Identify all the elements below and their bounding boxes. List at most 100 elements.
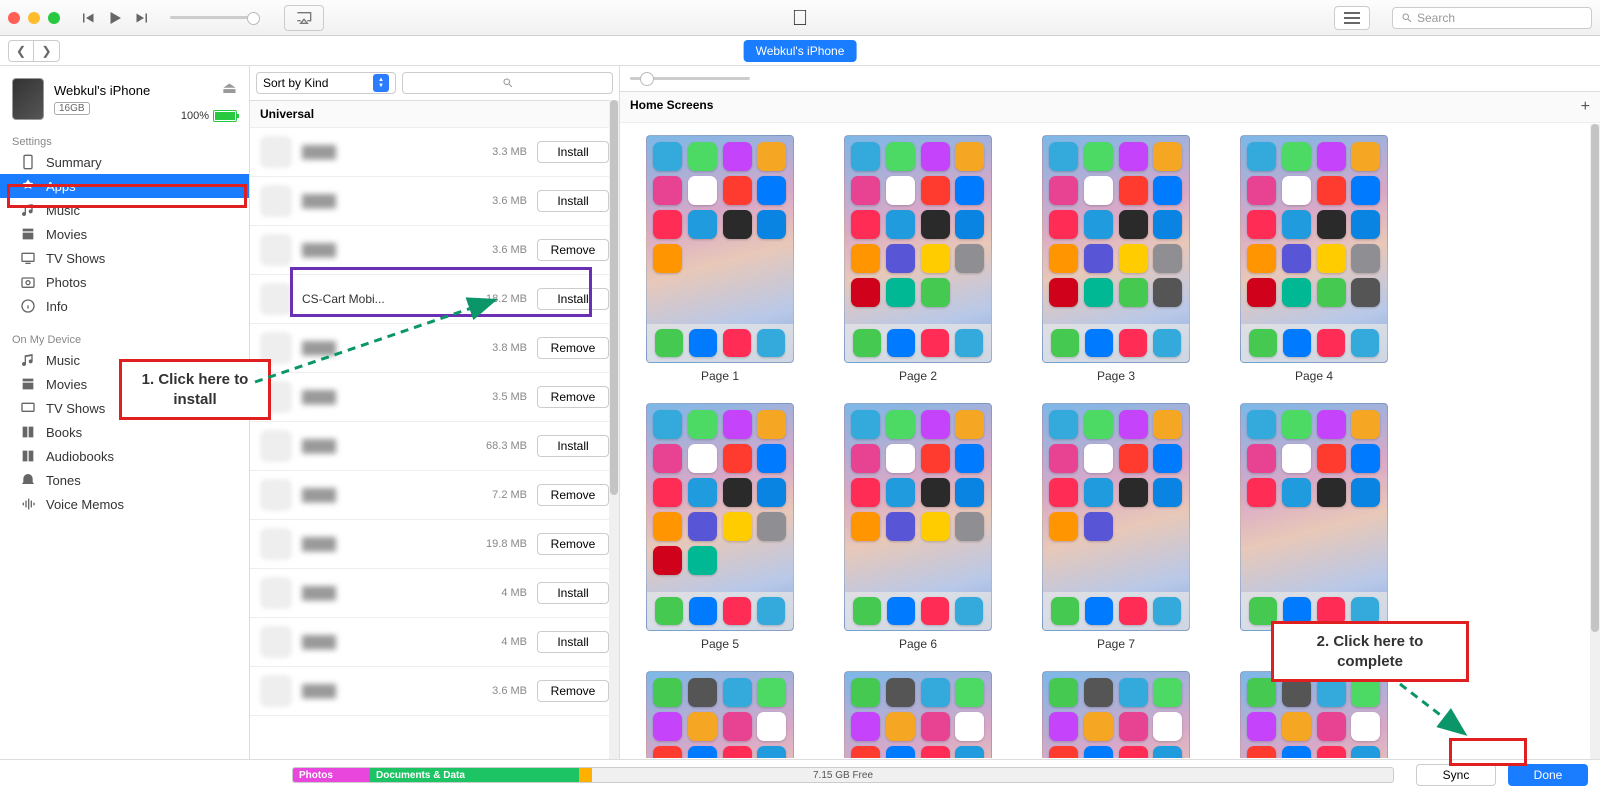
remove-button[interactable]: Remove bbox=[537, 533, 609, 555]
page-label: Page 5 bbox=[646, 637, 794, 651]
app-row[interactable]: ████3.5 MBRemove bbox=[250, 373, 619, 422]
previous-button[interactable] bbox=[76, 5, 102, 31]
sidebar-item-movies[interactable]: Movies bbox=[0, 222, 249, 246]
sidebar-item-summary[interactable]: Summary bbox=[0, 150, 249, 174]
install-button[interactable]: Install bbox=[537, 631, 609, 653]
app-name-label: ████ bbox=[302, 439, 471, 453]
close-window-button[interactable] bbox=[8, 12, 20, 24]
home-scrollbar[interactable] bbox=[1590, 124, 1600, 759]
app-size-label: 3.6 MB bbox=[481, 244, 527, 256]
app-name-label: ████ bbox=[302, 194, 471, 208]
home-page[interactable]: Page 1 bbox=[646, 135, 794, 383]
airplay-button[interactable] bbox=[284, 5, 324, 31]
home-page[interactable] bbox=[844, 671, 992, 758]
app-row[interactable]: CS-Cart Mobi...18.2 MBInstall bbox=[250, 275, 619, 324]
remove-button[interactable]: Remove bbox=[537, 680, 609, 702]
app-size-label: 3.3 MB bbox=[481, 146, 527, 158]
apps-scrollbar[interactable] bbox=[609, 100, 619, 759]
remove-button[interactable]: Remove bbox=[537, 484, 609, 506]
home-page[interactable] bbox=[1240, 671, 1388, 758]
home-page[interactable]: Page 4 bbox=[1240, 135, 1388, 383]
device-header: Webkul's iPhone 16GB ⏏ 100% bbox=[0, 66, 249, 132]
install-button[interactable]: Install bbox=[537, 435, 609, 457]
app-icon bbox=[260, 626, 292, 658]
app-size-label: 3.8 MB bbox=[481, 342, 527, 354]
app-name-label: ████ bbox=[302, 537, 471, 551]
page-label: Page 7 bbox=[1042, 637, 1190, 651]
storage-docs-label: Documents & Data bbox=[376, 770, 465, 781]
done-button[interactable]: Done bbox=[1508, 764, 1588, 786]
sidebar-item-tvshows[interactable]: TV Shows bbox=[0, 246, 249, 270]
search-input[interactable]: Search bbox=[1392, 7, 1592, 29]
app-icon bbox=[260, 528, 292, 560]
device-name-pill[interactable]: Webkul's iPhone bbox=[744, 40, 857, 62]
app-icon bbox=[260, 675, 292, 707]
fullscreen-window-button[interactable] bbox=[48, 12, 60, 24]
sidebar-item-device-music[interactable]: Music bbox=[0, 348, 249, 372]
app-row[interactable]: ████ 68.3 MB Install bbox=[250, 422, 619, 471]
home-page[interactable]: Page 8 bbox=[1240, 403, 1388, 651]
bottom-bar: Photos Documents & Data 7.15 GB Free Syn… bbox=[0, 759, 1600, 789]
sidebar: Webkul's iPhone 16GB ⏏ 100% Settings Sum… bbox=[0, 66, 250, 759]
play-button[interactable] bbox=[102, 5, 128, 31]
sidebar-item-device-tones[interactable]: Tones bbox=[0, 468, 249, 492]
sort-dropdown[interactable]: Sort by Kind ▲▼ bbox=[256, 72, 396, 94]
volume-slider[interactable] bbox=[170, 16, 260, 19]
home-page[interactable] bbox=[646, 671, 794, 758]
back-button[interactable]: ❮ bbox=[8, 40, 34, 62]
app-size-label: 68.3 MB bbox=[481, 440, 527, 452]
install-button[interactable]: Install bbox=[537, 190, 609, 212]
sidebar-item-music[interactable]: Music bbox=[0, 198, 249, 222]
home-page[interactable]: Page 3 bbox=[1042, 135, 1190, 383]
home-page[interactable]: Page 5 bbox=[646, 403, 794, 651]
app-name-label: ████ bbox=[302, 635, 471, 649]
sidebar-section-onmydevice: On My Device bbox=[0, 330, 249, 348]
sidebar-item-apps[interactable]: Apps bbox=[0, 174, 249, 198]
app-size-label: 4 MB bbox=[481, 636, 527, 648]
list-view-button[interactable] bbox=[1334, 6, 1370, 30]
nav-row: ❮ ❯ Webkul's iPhone bbox=[0, 36, 1600, 66]
add-page-button[interactable]: + bbox=[1581, 98, 1590, 116]
app-row[interactable]: ████3.8 MBRemove bbox=[250, 324, 619, 373]
minimize-window-button[interactable] bbox=[28, 12, 40, 24]
install-button[interactable]: Install bbox=[537, 141, 609, 163]
remove-button[interactable]: Remove bbox=[537, 386, 609, 408]
sidebar-item-device-books[interactable]: Books bbox=[0, 420, 249, 444]
app-row[interactable]: ████3.6 MBRemove bbox=[250, 667, 619, 716]
app-row[interactable]: ████3.3 MBInstall bbox=[250, 128, 619, 177]
remove-button[interactable]: Remove bbox=[537, 239, 609, 261]
app-size-label: 18.2 MB bbox=[481, 293, 527, 305]
home-page[interactable]: Page 7 bbox=[1042, 403, 1190, 651]
apps-search-input[interactable] bbox=[402, 72, 613, 94]
app-row[interactable]: ████4 MBInstall bbox=[250, 569, 619, 618]
sync-button[interactable]: Sync bbox=[1416, 764, 1496, 786]
app-row[interactable]: ████19.8 MBRemove bbox=[250, 520, 619, 569]
app-row[interactable]: ████ 4 MB Install bbox=[250, 618, 619, 667]
home-page[interactable]: Page 6 bbox=[844, 403, 992, 651]
page-label: Page 8 bbox=[1240, 637, 1388, 651]
sidebar-item-photos[interactable]: Photos bbox=[0, 270, 249, 294]
sidebar-item-info[interactable]: Info bbox=[0, 294, 249, 318]
home-page[interactable]: Page 2 bbox=[844, 135, 992, 383]
sidebar-item-device-audiobooks[interactable]: Audiobooks bbox=[0, 444, 249, 468]
next-button[interactable] bbox=[128, 5, 154, 31]
sidebar-item-device-movies[interactable]: Movies bbox=[0, 372, 249, 396]
eject-icon[interactable]: ⏏ bbox=[222, 78, 237, 98]
app-row[interactable]: ████3.6 MBRemove bbox=[250, 226, 619, 275]
window-controls bbox=[8, 12, 60, 24]
app-size-label: 3.6 MB bbox=[481, 195, 527, 207]
install-button[interactable]: Install bbox=[537, 582, 609, 604]
app-row[interactable]: ████ 3.6 MB Install bbox=[250, 177, 619, 226]
app-name-label: ████ bbox=[302, 488, 471, 502]
sidebar-item-device-voicememos[interactable]: Voice Memos bbox=[0, 492, 249, 516]
remove-button[interactable]: Remove bbox=[537, 337, 609, 359]
install-button[interactable]: Install bbox=[537, 288, 609, 310]
app-row[interactable]: ████7.2 MBRemove bbox=[250, 471, 619, 520]
zoom-slider[interactable] bbox=[630, 77, 750, 80]
battery-status: 100% bbox=[181, 110, 237, 122]
home-page[interactable] bbox=[1042, 671, 1190, 758]
forward-button[interactable]: ❯ bbox=[34, 40, 60, 62]
page-label: Page 2 bbox=[844, 369, 992, 383]
apps-section-header: Universal bbox=[250, 101, 619, 128]
sidebar-item-device-tvshows[interactable]: TV Shows bbox=[0, 396, 249, 420]
